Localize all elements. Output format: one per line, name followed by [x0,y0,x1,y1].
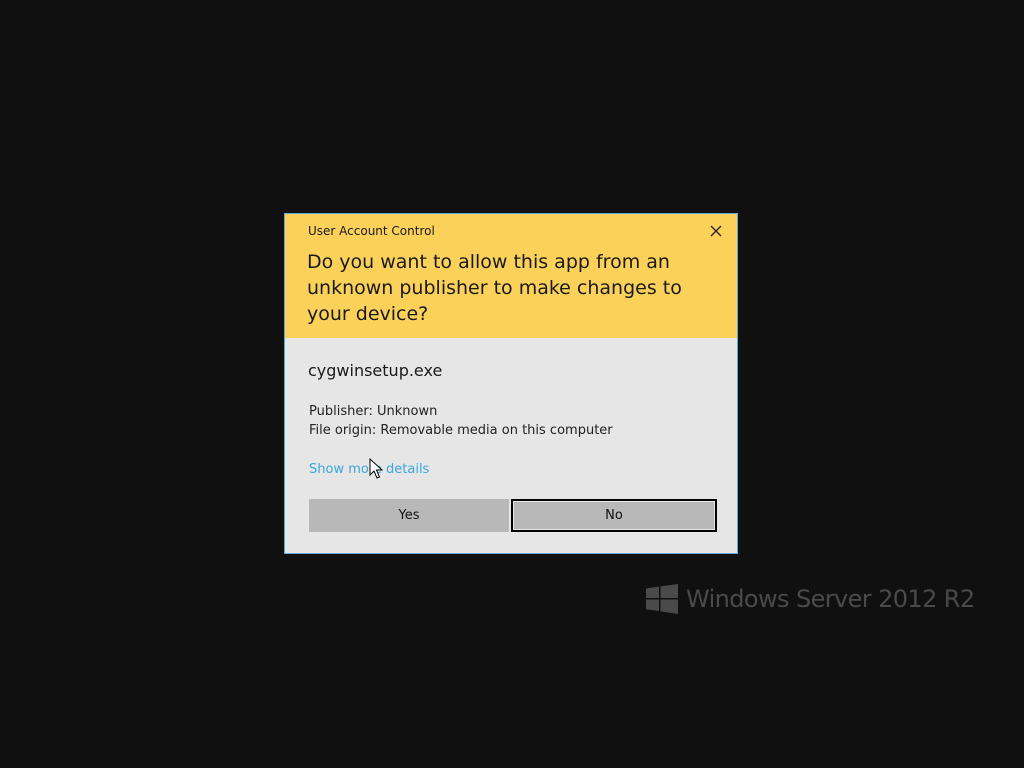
close-button[interactable] [705,220,727,242]
no-button[interactable]: No [511,499,717,532]
yes-button[interactable]: Yes [309,499,509,532]
dialog-header: User Account Control Do you want to allo… [285,214,737,338]
secure-desktop: User Account Control Do you want to allo… [0,0,1024,768]
mouse-pointer-icon [369,457,384,480]
app-name: cygwinsetup.exe [308,361,443,380]
windows-server-branding: Windows Server 2012 R2 [646,582,975,616]
uac-dialog: User Account Control Do you want to allo… [284,213,738,554]
close-icon [710,225,722,237]
dialog-title: User Account Control [308,224,435,238]
uac-question: Do you want to allow this app from an un… [307,251,682,325]
windows-server-version-text: Windows Server 2012 R2 [686,585,975,613]
file-origin-info: File origin: Removable media on this com… [309,423,613,438]
publisher-info: Publisher: Unknown [309,404,438,419]
windows-logo-icon [646,584,678,614]
